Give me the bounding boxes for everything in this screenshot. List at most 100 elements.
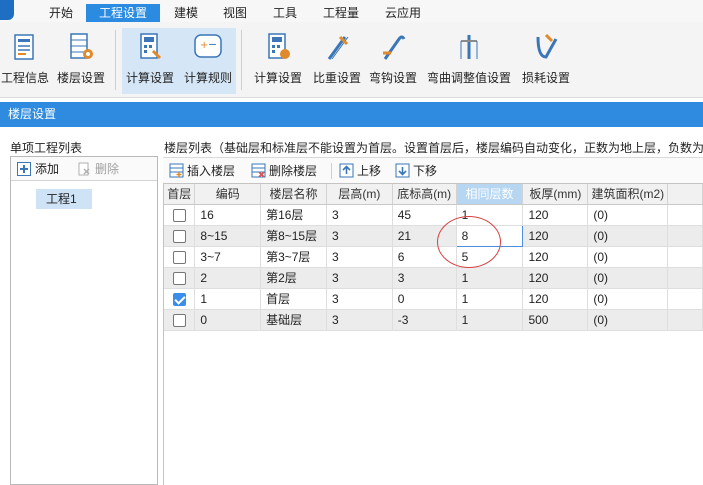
tab-quantities[interactable]: 工程量 bbox=[315, 4, 367, 22]
project-list-title: 单项工程列表 bbox=[10, 141, 83, 155]
cell-bottom-elevation[interactable]: 3 bbox=[392, 267, 457, 289]
cell-slab-thickness[interactable]: 120 bbox=[522, 204, 589, 226]
cell-same-floors[interactable]: 5 bbox=[456, 246, 524, 268]
delete-project-label: 删除 bbox=[95, 162, 120, 176]
project-list-item[interactable]: 工程1 bbox=[36, 189, 92, 209]
first-floor-checkbox[interactable] bbox=[172, 313, 186, 327]
cell-same-floors[interactable]: 8 bbox=[455, 224, 524, 247]
svg-text:−: − bbox=[208, 38, 217, 51]
cell-floor-name[interactable]: 第16层 bbox=[260, 204, 327, 226]
col-header-same-floors[interactable]: 相同层数 bbox=[456, 184, 524, 205]
cell-filler bbox=[667, 288, 703, 310]
cell-same-floors[interactable]: 1 bbox=[456, 309, 524, 331]
table-row[interactable]: 16 第16层 3 45 1 120 (0) bbox=[164, 204, 703, 226]
cell-floor-height[interactable]: 3 bbox=[326, 225, 393, 247]
cell-same-floors[interactable]: 1 bbox=[456, 204, 524, 226]
tab-start[interactable]: 开始 bbox=[42, 4, 80, 22]
cell-floor-height[interactable]: 3 bbox=[326, 204, 393, 226]
cell-floor-height[interactable]: 3 bbox=[326, 246, 393, 268]
cell-floor-name[interactable]: 基础层 bbox=[260, 309, 327, 331]
cell-code[interactable]: 8~15 bbox=[194, 225, 262, 247]
density-settings-button[interactable]: 比重设置 bbox=[310, 28, 364, 94]
first-floor-checkbox[interactable] bbox=[172, 250, 186, 264]
loss-settings-button[interactable]: 损耗设置 bbox=[518, 28, 574, 94]
calc-settings-button[interactable]: 计算设置 bbox=[122, 28, 178, 94]
table-row[interactable]: 3~7 第3~7层 3 6 5 120 (0) bbox=[164, 246, 703, 268]
table-row[interactable]: 2 第2层 3 3 1 120 (0) bbox=[164, 267, 703, 289]
col-header-floor-name[interactable]: 楼层名称 bbox=[260, 184, 327, 205]
table-row[interactable]: 0 基础层 3 -3 1 500 (0) bbox=[164, 309, 703, 331]
project-info-button[interactable]: 工程信息 bbox=[0, 28, 50, 94]
bend-adjust-icon bbox=[460, 35, 478, 59]
cell-floor-name[interactable]: 第2层 bbox=[260, 267, 327, 289]
cell-first-floor bbox=[164, 204, 196, 226]
col-header-floor-height[interactable]: 层高(m) bbox=[326, 184, 393, 205]
cell-floor-name[interactable]: 首层 bbox=[260, 288, 327, 310]
add-project-button[interactable]: 添加 bbox=[15, 161, 59, 177]
cell-floor-name[interactable]: 第3~7层 bbox=[260, 246, 327, 268]
cell-floor-name[interactable]: 第8~15层 bbox=[260, 225, 327, 247]
floor-list-toolbar: 插入楼层 删除楼层 上移 下移 bbox=[163, 157, 703, 183]
cell-code[interactable]: 2 bbox=[194, 267, 262, 289]
cell-code[interactable]: 16 bbox=[194, 204, 262, 226]
tab-view[interactable]: 视图 bbox=[215, 4, 255, 22]
loss-settings-icon bbox=[536, 33, 558, 59]
cell-bottom-elevation[interactable]: 21 bbox=[392, 225, 457, 247]
cell-code[interactable]: 3~7 bbox=[194, 246, 262, 268]
cell-slab-thickness[interactable]: 120 bbox=[522, 246, 589, 268]
cell-building-area[interactable]: (0) bbox=[587, 204, 669, 226]
cell-building-area[interactable]: (0) bbox=[587, 225, 669, 247]
table-row[interactable]: 8~15 第8~15层 3 21 8 120 (0) bbox=[164, 224, 703, 247]
cell-building-area[interactable]: (0) bbox=[587, 309, 669, 331]
cell-bottom-elevation[interactable]: 45 bbox=[392, 204, 457, 226]
bend-adjust-button[interactable]: 弯曲调整值设置 bbox=[424, 28, 514, 94]
cell-slab-thickness[interactable]: 120 bbox=[522, 225, 589, 247]
cell-code[interactable]: 0 bbox=[194, 309, 262, 331]
cell-bottom-elevation[interactable]: 6 bbox=[392, 246, 457, 268]
first-floor-checkbox[interactable] bbox=[172, 208, 186, 222]
insert-floor-button[interactable]: 插入楼层 bbox=[167, 162, 235, 180]
arrow-down-icon bbox=[395, 163, 410, 178]
first-floor-checkbox[interactable] bbox=[172, 229, 186, 243]
floor-table: 首层 编码 楼层名称 层高(m) 底标高(m) 相同层数 板厚(mm) 建筑面积… bbox=[163, 183, 703, 485]
first-floor-checkbox[interactable] bbox=[172, 271, 186, 285]
cell-floor-height[interactable]: 3 bbox=[326, 309, 393, 331]
cell-floor-height[interactable]: 3 bbox=[326, 288, 393, 310]
floor-settings-button[interactable]: 楼层设置 bbox=[54, 28, 108, 94]
cell-building-area[interactable]: (0) bbox=[587, 267, 669, 289]
cell-slab-thickness[interactable]: 120 bbox=[522, 267, 589, 289]
tab-tools[interactable]: 工具 bbox=[265, 4, 305, 22]
cell-floor-height[interactable]: 3 bbox=[326, 267, 393, 289]
col-header-slab-thickness[interactable]: 板厚(mm) bbox=[522, 184, 589, 205]
panel-title: 楼层设置 bbox=[0, 102, 703, 127]
cell-same-floors[interactable]: 1 bbox=[456, 267, 524, 289]
table-row[interactable]: 1 首层 3 0 1 120 (0) bbox=[164, 288, 703, 310]
move-down-button[interactable]: 下移 bbox=[393, 162, 437, 180]
hook-settings-button[interactable]: 弯钩设置 bbox=[366, 28, 420, 94]
cell-building-area[interactable]: (0) bbox=[587, 288, 669, 310]
tab-modeling[interactable]: 建模 bbox=[166, 4, 206, 22]
cell-slab-thickness[interactable]: 500 bbox=[522, 309, 589, 331]
delete-project-button[interactable]: 删除 bbox=[75, 161, 119, 177]
app-logo-icon[interactable] bbox=[0, 0, 14, 20]
first-floor-checkbox[interactable] bbox=[172, 292, 186, 306]
cell-bottom-elevation[interactable]: -3 bbox=[392, 309, 457, 331]
cell-slab-thickness[interactable]: 120 bbox=[522, 288, 589, 310]
delete-floor-button[interactable]: 删除楼层 bbox=[249, 162, 317, 180]
calc-settings-icon bbox=[140, 33, 162, 60]
col-header-first-floor[interactable]: 首层 bbox=[164, 184, 196, 205]
col-header-code[interactable]: 编码 bbox=[194, 184, 262, 205]
floor-settings-label: 楼层设置 bbox=[56, 71, 105, 85]
col-header-building-area[interactable]: 建筑面积(m2) bbox=[587, 184, 669, 205]
calc-rules-button[interactable]: + − 计算规则 bbox=[180, 28, 236, 94]
cell-building-area[interactable]: (0) bbox=[587, 246, 669, 268]
cell-first-floor bbox=[164, 225, 196, 247]
tab-project-settings[interactable]: 工程设置 bbox=[86, 4, 160, 22]
cell-code[interactable]: 1 bbox=[194, 288, 262, 310]
cell-same-floors[interactable]: 1 bbox=[456, 288, 524, 310]
rebar-calc-settings-button[interactable]: 计算设置 bbox=[251, 28, 305, 94]
move-up-button[interactable]: 上移 bbox=[337, 162, 381, 180]
col-header-bottom-elevation[interactable]: 底标高(m) bbox=[392, 184, 457, 205]
tab-cloud[interactable]: 云应用 bbox=[377, 4, 429, 22]
cell-bottom-elevation[interactable]: 0 bbox=[392, 288, 457, 310]
